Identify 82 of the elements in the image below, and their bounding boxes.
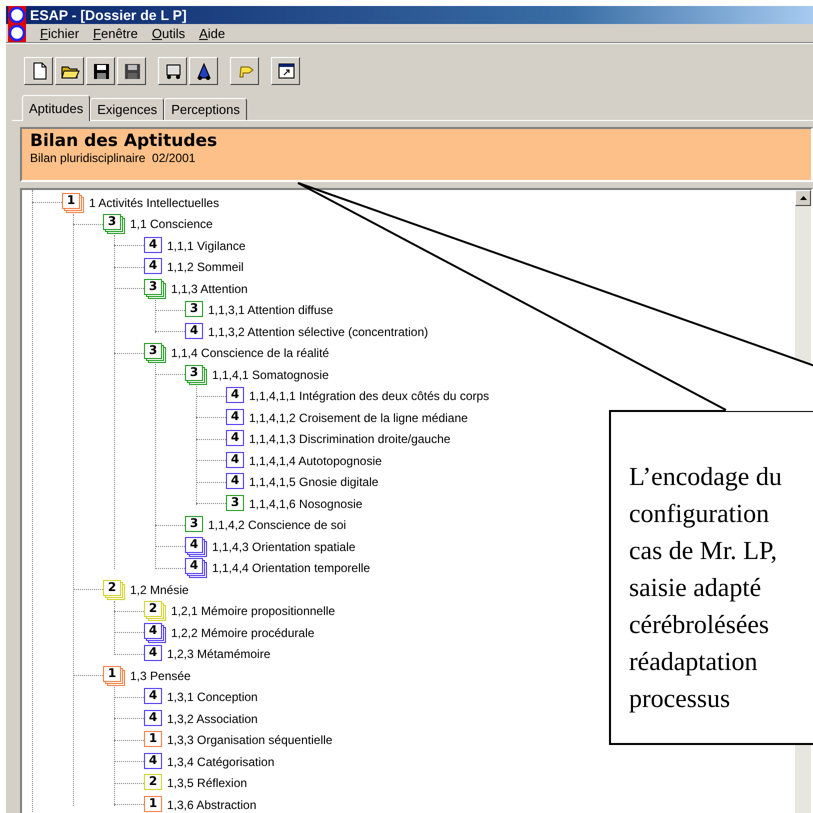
toolbar-button[interactable] — [158, 57, 187, 85]
tree-item[interactable]: 1,1,4,1,3 Discrimination droite/gauche — [249, 432, 450, 446]
score-icon: 4 — [144, 645, 162, 664]
tree-item[interactable]: 1,1,3,1 Attention diffuse — [208, 303, 334, 318]
tree-item[interactable]: 1,3,6 Abstraction — [167, 798, 256, 812]
header-title: Bilan des Aptitudes — [30, 131, 218, 151]
stacked-score-icon: 4 — [185, 536, 207, 557]
score-icon: 2 — [144, 774, 162, 792]
stacked-score-icon: 2 — [144, 601, 166, 622]
menu-item[interactable]: Fenêtre — [93, 26, 138, 40]
stacked-score-icon: 3 — [185, 364, 207, 385]
tree-item[interactable]: 1,3,2 Association — [167, 712, 258, 726]
score-icon: 3 — [226, 494, 244, 513]
stacked-score-icon: 3 — [144, 278, 166, 299]
menu-item[interactable]: Fichier — [40, 26, 80, 40]
score-icon: 1 — [144, 796, 162, 813]
tree-item[interactable]: 1,1,2 Sommeil — [167, 260, 244, 274]
tree-item[interactable]: 1,1,4,3 Orientation spatiale — [212, 540, 356, 554]
tree-item[interactable]: 1,1,4,1 Somatognosie — [212, 368, 329, 382]
stacked-score-icon: 4 — [185, 558, 207, 578]
toolbar-button[interactable] — [271, 57, 300, 85]
window-title: ESAP - [Dossier de L P] — [30, 7, 187, 23]
callout-text: L’encodage du configuration cas de Mr. LP, saisie adapté cérébrolésées réadaptation processus — [629, 461, 783, 715]
tree-item[interactable]: 1,1,4 Conscience de la réalité — [171, 346, 330, 360]
score-icon: 4 — [226, 387, 244, 406]
stacked-score-icon: 1 — [62, 192, 84, 213]
stacked-score-icon: 2 — [103, 580, 125, 600]
tree-item[interactable]: 1,1,1 Vigilance — [167, 238, 246, 253]
score-icon: 4 — [226, 430, 244, 448]
score-icon: 4 — [226, 473, 244, 492]
score-icon: 4 — [185, 322, 203, 341]
tree-item[interactable]: 1,2,3 Métamémoire — [167, 647, 270, 662]
stacked-score-icon: 4 — [144, 622, 166, 643]
tree-item[interactable]: 1,1,4,1,1 Intégration des deux côtés du corps — [249, 389, 490, 404]
tree-item[interactable]: 1,1,3,2 Attention sélective (concentration) — [208, 324, 428, 339]
stacked-score-icon: 1 — [103, 666, 125, 686]
menu-item[interactable]: Outils — [152, 26, 186, 40]
menu-item[interactable]: Aide — [199, 26, 226, 40]
toolbar-button[interactable] — [24, 57, 53, 85]
toolbar-button[interactable] — [117, 57, 146, 85]
header-subtitle: Bilan pluridisciplinaire 02/2001 — [30, 151, 196, 165]
tree-item[interactable]: 1,1,4,1,2 Croisement de la ligne médiane — [249, 410, 468, 425]
tree-item[interactable]: 1,2,2 Mémoire procédurale — [171, 626, 314, 640]
tree-item[interactable]: 1,1,4,1,5 Gnosie digitale — [249, 475, 378, 490]
score-icon: 1 — [144, 731, 162, 750]
tab[interactable]: Perceptions — [164, 98, 247, 120]
tree-item[interactable]: 1,2 Mnésie — [130, 582, 189, 597]
score-icon: 4 — [144, 710, 162, 728]
toolbar-button[interactable] — [189, 57, 218, 85]
tree-item[interactable]: 1,2,1 Mémoire propositionnelle — [171, 604, 336, 618]
app-icon — [8, 6, 26, 24]
score-icon: 4 — [144, 688, 162, 706]
tree-item[interactable]: 1,1,4,2 Conscience de soi — [208, 518, 346, 532]
tab[interactable]: Aptitudes — [22, 95, 90, 121]
score-icon: 3 — [185, 516, 203, 534]
tree-item[interactable]: 1,3,3 Organisation séquentielle — [167, 733, 332, 748]
tree-item[interactable]: 1,1 Conscience — [130, 217, 213, 232]
toolbar-button[interactable] — [230, 57, 259, 85]
window-icon — [276, 61, 296, 81]
score-icon: 3 — [185, 301, 203, 320]
stacked-score-icon: 3 — [103, 214, 125, 234]
scroll-up-button[interactable] — [795, 190, 811, 206]
tree-item[interactable]: 1,1,4,1,4 Autotopognosie — [249, 454, 382, 468]
tree-item[interactable]: 1,1,4,1,6 Nosognosie — [249, 496, 362, 511]
score-icon: 4 — [226, 452, 244, 470]
toolbar-button[interactable] — [86, 57, 115, 85]
score-icon: 4 — [226, 408, 244, 427]
tree-item[interactable]: 1,1,4,4 Orientation temporelle — [212, 561, 370, 576]
up-arrow-icon — [800, 196, 806, 200]
tree-item[interactable]: 1,3,4 Catégorisation — [167, 754, 274, 769]
toolbar-button[interactable] — [55, 57, 84, 85]
tab[interactable]: Exigences — [90, 98, 164, 120]
score-icon: 4 — [144, 752, 162, 771]
score-icon: 4 — [144, 258, 162, 276]
score-icon: 4 — [144, 236, 162, 255]
tree-item[interactable]: 1,3 Pensée — [130, 668, 191, 683]
tree-item[interactable]: 1,1,3 Attention — [171, 282, 248, 296]
tree-item[interactable]: 1 Activités Intellectuelles — [89, 196, 220, 210]
stacked-score-icon: 3 — [144, 343, 166, 364]
document-menu-icon[interactable] — [8, 24, 26, 42]
tree-item[interactable]: 1,3,5 Réflexion — [167, 776, 248, 790]
tree-item[interactable]: 1,3,1 Conception — [167, 690, 258, 704]
